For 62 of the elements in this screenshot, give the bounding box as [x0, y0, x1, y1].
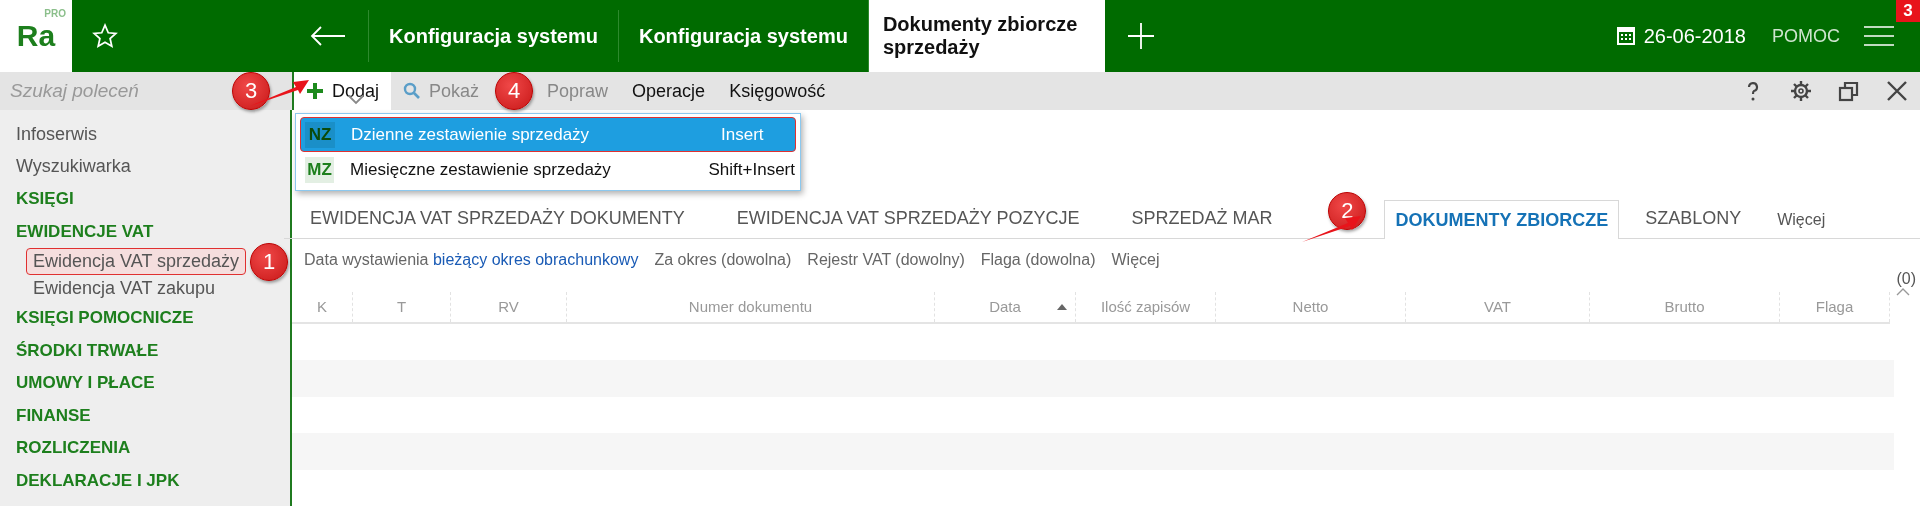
tab[interactable]: DOKUMENTY ZBIORCZE: [1384, 200, 1620, 239]
code-label: NZ: [305, 121, 335, 148]
filter-text[interactable]: Data wystawienia bieżący okres obrachunkowy: [304, 251, 639, 269]
close-icon[interactable]: [1886, 80, 1908, 102]
column-header[interactable]: Flaga: [1780, 291, 1890, 322]
menu-item[interactable]: MZ Miesięczne zestawienie sprzedaży Shift+Insert: [300, 152, 796, 187]
window-tab[interactable]: Dokumenty zbiorcze sprzedaży: [867, 0, 1105, 72]
toolbar-button[interactable]: Dodaj: [294, 72, 392, 110]
filter-link[interactable]: Więcej: [1111, 251, 1160, 269]
search-field[interactable]: Szukaj poleceń: [0, 72, 232, 110]
sidebar-section[interactable]: ŚRODKI TRWAŁE: [0, 334, 290, 367]
sidebar-item[interactable]: Ewidencja VAT zakupu: [26, 275, 223, 302]
sidebar-item[interactable]: Wyszukiwarka: [0, 150, 290, 183]
notification-badge: 3: [1896, 0, 1920, 22]
menu-icon[interactable]: [1864, 25, 1894, 47]
sidebar-section[interactable]: ROZLICZENIA: [0, 432, 290, 465]
code-label: MZ: [305, 156, 335, 183]
tab[interactable]: SPRZEDAŻ MAR: [1105, 208, 1299, 238]
filter-link[interactable]: Rejestr VAT (dowolny): [807, 251, 965, 269]
settings-icon[interactable]: [1790, 80, 1812, 102]
filter-link[interactable]: bieżący okres obrachunkowy: [432, 251, 639, 268]
logo-superscript: PRO: [44, 8, 66, 19]
tab[interactable]: EWIDENCJA VAT SPRZEDAŻY POZYCJE: [710, 208, 1106, 238]
restore-window-icon[interactable]: [1838, 80, 1860, 102]
column-header[interactable]: T: [353, 291, 451, 322]
filter-link[interactable]: Za okres (dowolna): [654, 251, 792, 269]
column-header[interactable]: VAT: [1406, 291, 1590, 322]
column-header[interactable]: Numer dokumentu: [567, 291, 935, 322]
help-link[interactable]: POMOC: [1772, 25, 1840, 47]
app-logo[interactable]: Ra: [16, 19, 56, 53]
column-header[interactable]: K: [292, 291, 353, 322]
toolbar-button[interactable]: Operacje: [620, 72, 718, 110]
column-header[interactable]: Brutto: [1590, 291, 1780, 322]
column-header[interactable]: RV: [451, 291, 567, 322]
tab[interactable]: SZABLONY: [1619, 208, 1768, 238]
window-tab[interactable]: Konfiguracja systemu: [617, 10, 868, 62]
callout-number: 3: [232, 72, 270, 110]
window-tab[interactable]: Konfiguracja systemu: [368, 10, 618, 62]
sidebar-item[interactable]: Infoserwis: [0, 118, 290, 151]
calendar-icon[interactable]: [1615, 26, 1636, 46]
column-header[interactable]: Data: [935, 291, 1076, 322]
filter-link[interactable]: Flaga (dowolna): [980, 251, 1096, 269]
date-text[interactable]: 26-06-2018: [1643, 24, 1746, 48]
callout-number: 4: [495, 72, 534, 110]
toolbar-button[interactable]: Księgowość: [717, 72, 838, 110]
new-tab-icon[interactable]: [1126, 22, 1155, 50]
sidebar-section[interactable]: DEKLARACJE I JPK: [0, 464, 290, 497]
search-icon: [403, 82, 422, 100]
callout-number: 1: [250, 242, 289, 281]
menu-item[interactable]: NZ Dzienne zestawienie sprzedaży Insert: [300, 117, 796, 152]
sidebar-item[interactable]: Ewidencja VAT sprzedaży: [26, 248, 247, 275]
sidebar-section[interactable]: KSIĘGI POMOCNICZE: [0, 302, 290, 335]
star-icon[interactable]: [92, 23, 118, 49]
column-header[interactable]: Ilość zapisów: [1076, 291, 1216, 322]
back-arrow-icon[interactable]: [310, 26, 346, 46]
tab[interactable]: Więcej: [1767, 211, 1836, 238]
scroll-up-icon[interactable]: [1896, 287, 1910, 296]
sidebar-section[interactable]: FINANSE: [0, 399, 290, 432]
column-header[interactable]: Netto: [1216, 291, 1406, 322]
plus-icon: [306, 82, 324, 100]
sidebar-section[interactable]: UMOWY I PŁACE: [0, 367, 290, 400]
record-count: (0): [1896, 269, 1916, 288]
